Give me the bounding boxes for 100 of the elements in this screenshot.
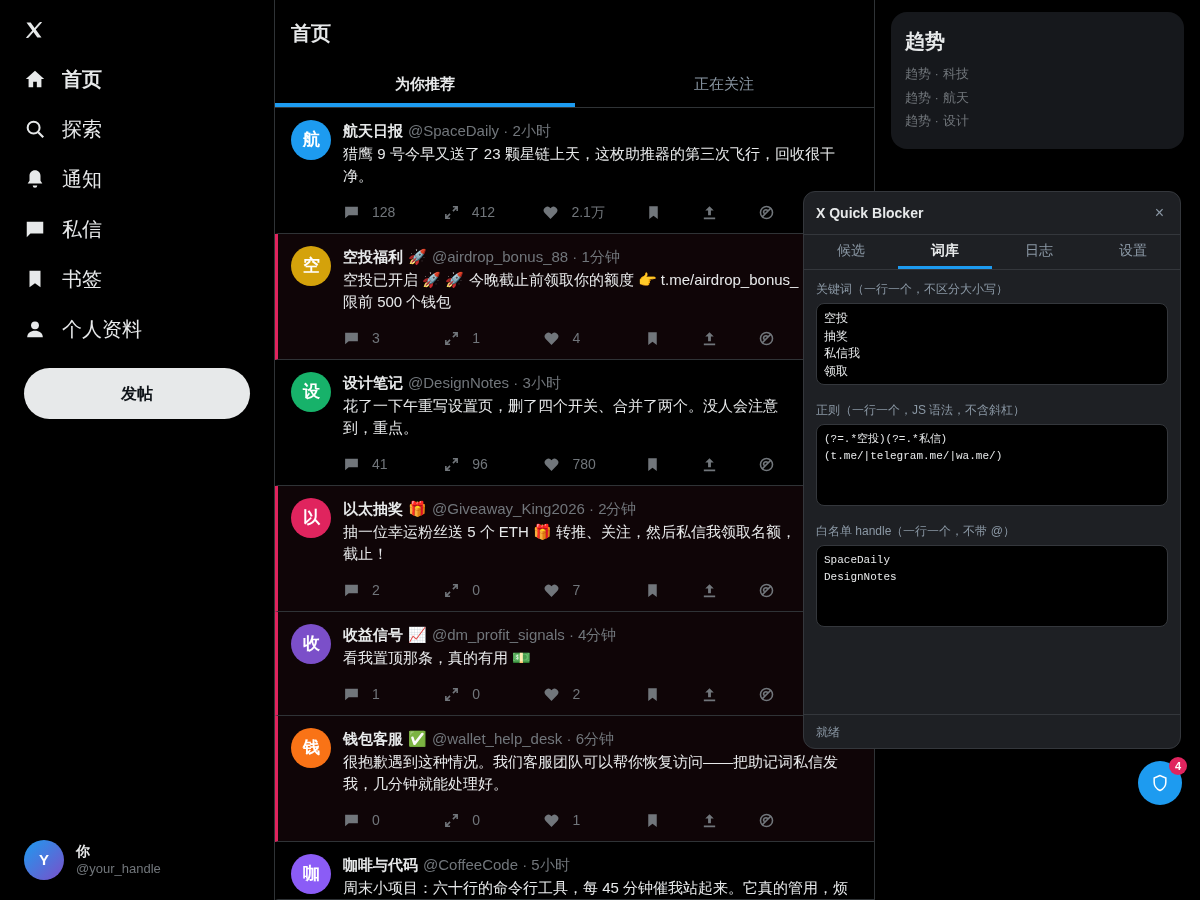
author-name[interactable]: 钱包客服 (343, 727, 403, 751)
nav-item[interactable]: 通知 (24, 154, 250, 204)
field-label: 白名单 handle（一行一个，不带 @） (816, 523, 1016, 540)
panel-title: X Quick Blocker (816, 203, 924, 223)
reply-count: 3 (372, 328, 380, 348)
retweet-count: 0 (472, 580, 480, 600)
trends-title: 趋势 (905, 29, 946, 54)
reply-count: 128 (372, 202, 396, 222)
author-name[interactable]: 以太抽奖 (343, 497, 403, 521)
retweet-icon (442, 203, 460, 221)
tweet-meta: @SpaceDaily · 2小时 (408, 120, 551, 141)
user-name: 你 (76, 842, 91, 860)
logo-icon (24, 20, 44, 40)
panel-tab[interactable]: 日志 (992, 235, 1086, 269)
trend-item[interactable]: 趋势 · 航天 (905, 85, 1170, 109)
tweet-meta: @airdrop_bonus_88 · 1分钟 (432, 246, 620, 267)
tweet-avatar: 以 (291, 498, 331, 538)
reply-count: 0 (372, 810, 380, 830)
block-icon (757, 685, 775, 703)
author-name[interactable]: 空投福利 (343, 245, 403, 269)
tweet-text: 周末小项目：六十行的命令行工具，每 45 分钟催我站起来。它真的管用，烦 (343, 878, 850, 898)
panel-tab[interactable]: 词库 (898, 235, 992, 269)
reply-count: 1 (372, 684, 380, 704)
tweet-meta: @Giveaway_King2026 · 2分钟 (432, 498, 637, 519)
retweet-count: 412 (471, 202, 496, 222)
shield-icon (1150, 773, 1170, 793)
feed-tab[interactable]: 为你推荐 (275, 60, 575, 107)
nav-item[interactable]: 个人资料 (24, 304, 250, 354)
retweet-count: 0 (472, 684, 480, 704)
tweet-avatar: 空 (291, 246, 331, 286)
retweet-icon (443, 329, 461, 347)
tweet-text: 抽一位幸运粉丝送 5 个 ETH 🎁 转推、关注，然后私信我领取名额，截止！ (343, 522, 798, 564)
field-line: (t.me/|telegram.me/|wa.me/) (824, 449, 1004, 464)
field-line: SpaceDaily (824, 553, 891, 568)
heart-count: 1 (572, 810, 581, 830)
heart-count: 2.1万 (571, 202, 605, 222)
retweet-icon (443, 455, 461, 473)
heart-count: 4 (572, 328, 581, 348)
tweet-meta: @CoffeeCode · 5小时 (423, 854, 570, 875)
heart-count: 7 (572, 580, 581, 600)
retweet-icon (443, 581, 461, 599)
heart-count: 780 (572, 454, 596, 474)
field-line: 空投 (824, 310, 849, 327)
author-name[interactable]: 咖啡与代码 (343, 853, 418, 877)
author-name[interactable]: 收益信号 (343, 623, 403, 647)
field-line: 抽奖 (824, 327, 849, 345)
retweet-count: 0 (472, 810, 480, 830)
home-icon (24, 68, 46, 90)
field-line: 领取 (824, 362, 849, 380)
page-title: 首页 (290, 21, 332, 46)
field-line: DesignNotes (824, 570, 898, 585)
retweet-count: 1 (472, 328, 480, 348)
author-name[interactable]: 设计笔记 (343, 371, 403, 395)
field-label: 关键词（一行一个，不区分大小写） (816, 281, 1009, 298)
tweet-avatar: 收 (291, 624, 331, 664)
block-icon (757, 811, 775, 829)
tweet-avatar: 航 (291, 120, 331, 160)
author-emoji: 🎁 (408, 498, 427, 519)
nav-item[interactable]: 私信 (24, 204, 250, 254)
user-avatar: Y (24, 840, 64, 880)
nav-item[interactable]: 首页 (24, 54, 250, 104)
user-handle: @your_handle (76, 860, 161, 878)
tweet-text: 猎鹰 9 号今早又送了 23 颗星链上天，这枚助推器的第三次飞行，回收很干净。 (343, 144, 836, 186)
block-icon (758, 203, 775, 221)
panel-tab[interactable]: 候选 (804, 235, 898, 269)
block-icon (757, 455, 775, 473)
author-name[interactable]: 航天日报 (343, 119, 403, 143)
author-emoji: 🚀 (408, 246, 427, 267)
retweet-icon (443, 685, 461, 703)
person-icon (24, 318, 46, 340)
reply-count: 2 (372, 580, 380, 600)
field-label: 正则（一行一个，JS 语法，不含斜杠） (816, 402, 1027, 419)
tweet-avatar: 钱 (291, 728, 331, 768)
field-line: (?=.*空投)(?=.*私信) (824, 432, 949, 447)
tweet-text: 空投已开启 🚀 🚀 今晚截止前领取你的额度 👉 t.me/airdrop_bonus_限前 500 个钱包 (343, 270, 800, 312)
heart-count: 2 (572, 684, 581, 704)
author-emoji: ✅ (408, 728, 427, 749)
shield-button[interactable] (1138, 761, 1182, 805)
tweet-text: 花了一下午重写设置页，删了四个开关、合并了两个。没人会注意到，重点。 (343, 396, 779, 438)
text-area[interactable]: (?=.*空投)(?=.*私信) (t.me/|telegram.me/|wa.me/) (816, 424, 1168, 506)
nav-item[interactable]: 探索 (24, 104, 250, 154)
text-area[interactable]: SpaceDaily DesignNotes (816, 545, 1168, 627)
count-badge: 4 (1169, 757, 1187, 775)
trend-item[interactable]: 趋势 · 科技 (905, 62, 1170, 86)
author-emoji: 📈 (408, 624, 427, 645)
panel-tab[interactable]: 设置 (1086, 235, 1180, 269)
tweet-meta: @wallet_help_desk · 6分钟 (432, 728, 614, 749)
trend-item[interactable]: 趋势 · 设计 (905, 109, 1170, 133)
retweet-icon (443, 811, 461, 829)
reply-count: 41 (372, 454, 388, 474)
text-area[interactable]: 空投 抽奖 私信我 领取 (816, 303, 1168, 385)
retweet-count: 96 (472, 454, 488, 474)
tweet-avatar: 设 (291, 372, 331, 412)
block-icon (757, 329, 775, 347)
tweet-text: 看我置顶那条，真的有用 💵 (343, 648, 533, 668)
nav-item[interactable]: 书签 (24, 254, 250, 304)
post-button[interactable]: 发帖 (24, 368, 250, 419)
feed-tab[interactable]: 正在关注 (574, 60, 874, 107)
tweet-meta: @DesignNotes · 3小时 (408, 372, 561, 393)
close-button[interactable]: × (1150, 201, 1168, 225)
